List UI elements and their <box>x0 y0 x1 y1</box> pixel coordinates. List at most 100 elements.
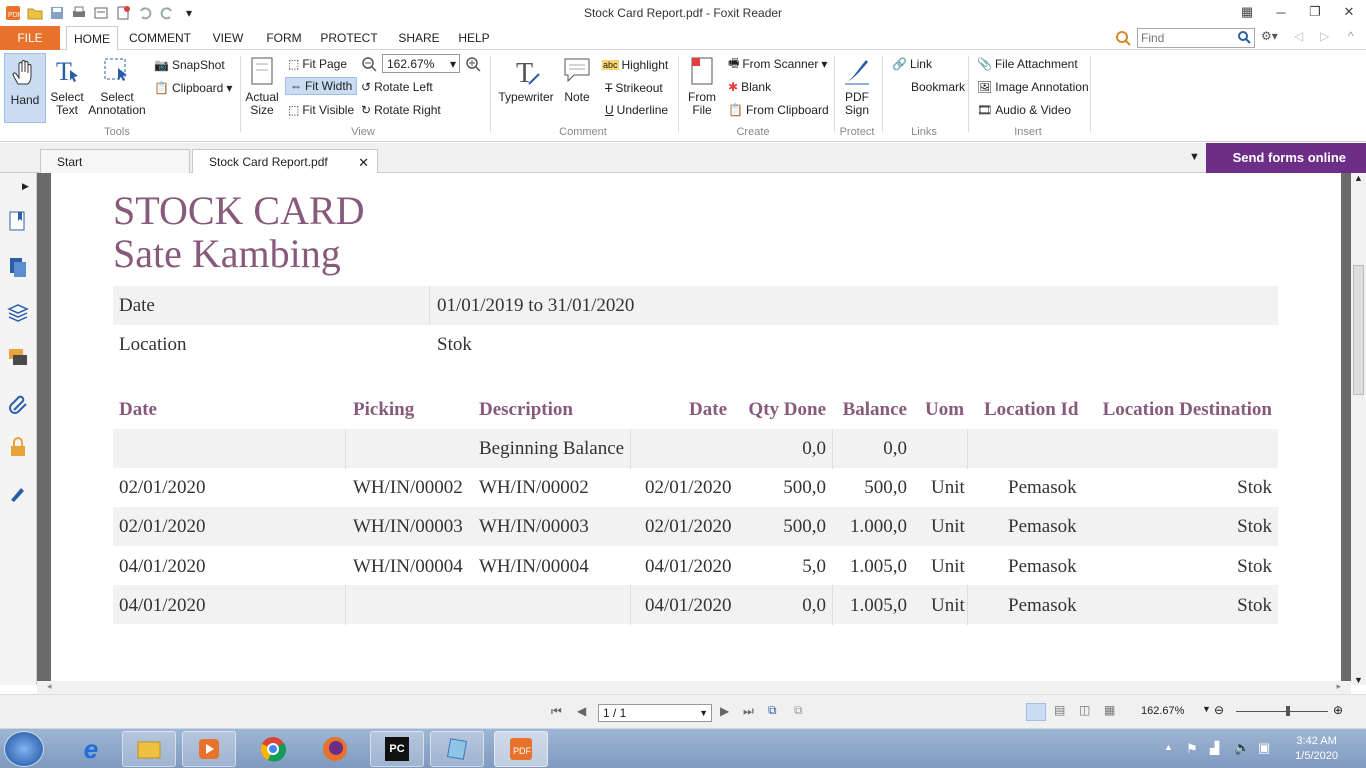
signature-panel-icon[interactable] <box>6 481 30 505</box>
scroll-right-icon[interactable]: ▸ <box>1336 681 1341 692</box>
tab-protect[interactable]: PROTECT <box>318 26 380 50</box>
zoom-out-icon[interactable] <box>361 56 377 75</box>
internet-explorer-icon[interactable]: e <box>64 731 118 767</box>
prev-page-icon[interactable]: ◀ <box>577 704 586 718</box>
zoom-slider-thumb[interactable] <box>1286 706 1290 716</box>
security-lock-icon[interactable] <box>6 435 30 459</box>
next-view-icon[interactable]: ⧉ <box>794 703 803 718</box>
zoom-in-icon[interactable] <box>465 56 481 75</box>
fit-visible-button[interactable]: ⬚ Fit Visible <box>288 101 354 119</box>
collapse-ribbon-icon[interactable]: ^ <box>1348 29 1354 43</box>
status-zoom-out-icon[interactable]: ⊖ <box>1214 703 1224 717</box>
find-options-icon[interactable] <box>1114 29 1132 50</box>
page-number-field[interactable]: 1 / 1 ▼ <box>598 704 712 722</box>
from-file-button[interactable]: From File <box>684 56 720 117</box>
search-icon[interactable] <box>1237 30 1251 47</box>
settings-gear-icon[interactable]: ⚙▾ <box>1261 29 1278 43</box>
restore-button[interactable]: ❐ <box>1298 0 1332 24</box>
action-center-flag-icon[interactable]: ⚑ <box>1186 741 1198 757</box>
layout-icon[interactable]: ▦ <box>1230 0 1264 24</box>
status-zoom-value[interactable]: 162.67% <box>1141 705 1184 717</box>
from-clipboard-button[interactable]: 📋 From Clipboard <box>728 101 829 119</box>
rotate-right-button[interactable]: ↻ Rotate Right <box>361 101 441 119</box>
foxit-reader-taskbar-icon[interactable]: PDF <box>494 731 548 767</box>
tab-view[interactable]: VIEW <box>206 26 250 50</box>
next-result-icon[interactable]: ▷ <box>1320 29 1329 43</box>
typewriter-button[interactable]: T Typewriter <box>497 56 555 104</box>
facing-view-icon[interactable]: ◫ <box>1079 703 1090 717</box>
bookmark-button[interactable]: Bookmark <box>892 78 965 96</box>
select-annotation-button[interactable]: Select Annotation <box>88 56 146 117</box>
layers-panel-icon[interactable] <box>6 301 30 325</box>
strikeout-button[interactable]: T Strikeout <box>605 79 663 97</box>
link-button[interactable]: 🔗 Link <box>892 55 932 73</box>
tab-start[interactable]: Start <box>40 149 190 174</box>
scroll-down-icon[interactable]: ▼ <box>1354 675 1363 685</box>
audio-video-button[interactable]: 🎞 Audio & Video <box>977 101 1071 119</box>
blank-button[interactable]: ✱ Blank <box>728 78 771 96</box>
start-button[interactable] <box>4 731 44 767</box>
scroll-left-icon[interactable]: ◂ <box>47 681 52 692</box>
pdf-sign-button[interactable]: PDF Sign <box>838 56 876 117</box>
fit-page-button[interactable]: ⬚ Fit Page <box>288 55 347 73</box>
rotate-left-button[interactable]: ↺ Rotate Left <box>361 78 433 96</box>
tab-form[interactable]: FORM <box>262 26 306 50</box>
highlight-button[interactable]: abc Highlight <box>602 56 668 74</box>
last-page-icon[interactable]: ⏭ <box>743 704 754 719</box>
fit-width-button[interactable]: ⇔ Fit Width <box>285 77 358 95</box>
next-page-icon[interactable]: ▶ <box>720 704 729 718</box>
pycharm-icon[interactable]: PC <box>370 731 424 767</box>
tab-share[interactable]: SHARE <box>394 26 444 50</box>
zoom-slider-track[interactable] <box>1236 711 1328 712</box>
tab-list-chevron-icon[interactable]: ▼ <box>1189 151 1200 163</box>
close-tab-icon[interactable]: ✕ <box>358 150 369 175</box>
horizontal-scrollbar[interactable]: ◂ ▸ <box>37 681 1351 694</box>
comments-panel-icon[interactable] <box>6 345 30 369</box>
scroll-thumb[interactable] <box>1353 265 1364 395</box>
zoom-dropdown-icon[interactable]: ▼ <box>1202 704 1211 714</box>
single-page-view-icon[interactable] <box>1026 703 1046 721</box>
file-attachment-button[interactable]: 📎 File Attachment <box>977 55 1078 73</box>
scroll-up-icon[interactable]: ▲ <box>1354 173 1363 183</box>
clipboard-button[interactable]: 📋 Clipboard ▾ <box>154 79 232 97</box>
first-page-icon[interactable]: ⏮ <box>551 704 562 719</box>
snapshot-button[interactable]: 📷 SnapShot <box>154 56 225 74</box>
hand-tool-button[interactable]: Hand <box>4 53 46 123</box>
firefox-icon[interactable] <box>308 731 362 767</box>
send-forms-online-banner[interactable]: Send forms online <box>1206 143 1366 173</box>
media-player-icon[interactable] <box>182 731 236 767</box>
minimize-button[interactable]: ─ <box>1264 0 1298 24</box>
system-clock[interactable]: 3:42 AM 1/5/2020 <box>1295 734 1338 764</box>
usb-device-icon[interactable]: ▣ <box>1258 740 1270 756</box>
bookmarks-panel-icon[interactable] <box>6 209 30 233</box>
chrome-icon[interactable] <box>246 731 300 767</box>
from-scanner-button[interactable]: 🖷 From Scanner ▾ <box>728 55 827 73</box>
select-text-button[interactable]: T Select Text <box>48 56 86 117</box>
close-button[interactable]: ✕ <box>1332 0 1366 24</box>
tab-stock-card-report[interactable]: Stock Card Report.pdf ✕ <box>192 149 378 174</box>
tab-comment[interactable]: COMMENT <box>124 26 196 50</box>
underline-button[interactable]: U Underline <box>605 101 668 119</box>
expand-panel-icon[interactable]: ▶ <box>22 181 29 192</box>
volume-icon[interactable]: 🔈 <box>1234 740 1250 756</box>
tab-home[interactable]: HOME <box>66 26 118 51</box>
tab-help[interactable]: HELP <box>456 26 492 50</box>
prev-result-icon[interactable]: ◁ <box>1294 29 1303 43</box>
image-annotation-button[interactable]: 🖼 Image Annotation <box>977 78 1089 96</box>
network-signal-icon[interactable]: ▟ <box>1210 741 1219 755</box>
continuous-view-icon[interactable]: ▤ <box>1054 703 1065 717</box>
prev-view-icon[interactable]: ⧉ <box>768 703 777 718</box>
document-viewport[interactable]: STOCK CARD Sate Kambing Date 01/01/2019 … <box>37 173 1351 685</box>
notebook-app-icon[interactable] <box>430 731 484 767</box>
find-input[interactable] <box>1138 29 1234 47</box>
show-hidden-icons-icon[interactable]: ▲ <box>1164 742 1173 752</box>
find-field[interactable] <box>1137 28 1255 48</box>
status-zoom-in-icon[interactable]: ⊕ <box>1333 703 1343 717</box>
tab-file[interactable]: FILE <box>0 26 60 50</box>
vertical-scrollbar[interactable]: ▲ ▼ <box>1351 173 1366 685</box>
continuous-facing-view-icon[interactable]: ▦ <box>1104 703 1115 717</box>
pages-panel-icon[interactable] <box>6 255 30 279</box>
attachments-panel-icon[interactable] <box>6 391 30 415</box>
note-button[interactable]: Note <box>560 56 594 104</box>
actual-size-button[interactable]: Actual Size <box>245 56 279 117</box>
